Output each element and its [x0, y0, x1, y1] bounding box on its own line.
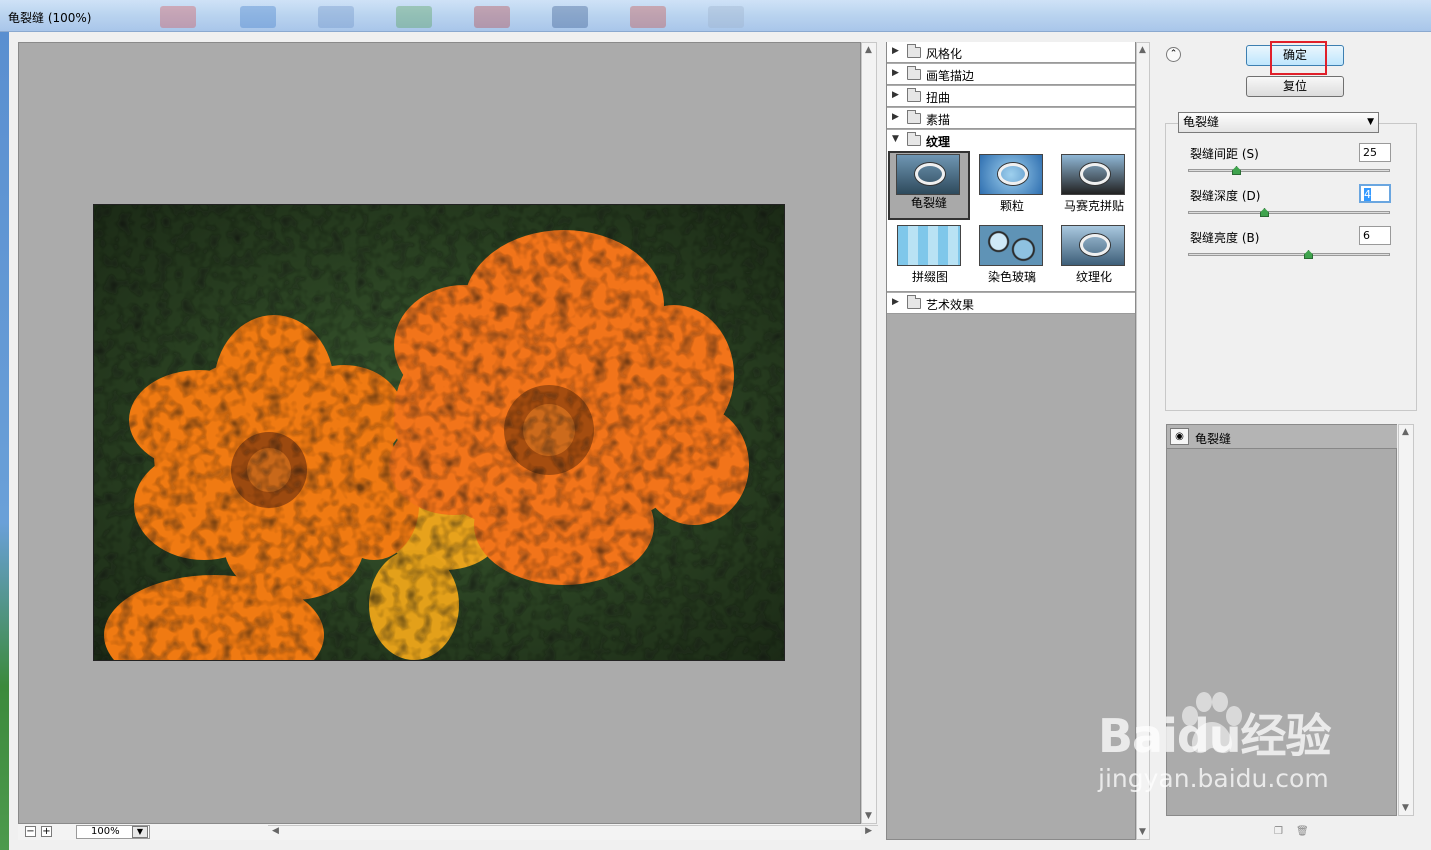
filter-thumb-patchwork[interactable]: 拼缀图 [889, 222, 963, 288]
preview-vertical-scrollbar[interactable]: ▲ ▼ [861, 42, 877, 824]
expand-triangle-icon[interactable]: ▶ [892, 46, 899, 56]
taskbar-ghost-icon [708, 6, 744, 28]
zoom-dropdown-icon[interactable]: ▼ [132, 826, 148, 838]
texture-thumbnails: 龟裂缝 颗粒 马赛克拼贴 拼缀图 染色玻璃 纹理化 [887, 149, 1135, 292]
filter-thumb-mosaic-tiles[interactable]: 马赛克拼贴 [1053, 151, 1127, 217]
crack-depth-label: 裂缝深度 (D) [1190, 189, 1261, 203]
flower-image [94, 205, 784, 660]
knot-icon [998, 163, 1028, 185]
taskbar-ghost-icon [552, 6, 588, 28]
scroll-up-icon[interactable]: ▲ [865, 45, 872, 55]
desktop-edge [0, 32, 9, 850]
category-stylize[interactable]: ▶ 风格化 [887, 42, 1135, 63]
collapse-triangle-icon[interactable]: ▼ [892, 134, 899, 144]
new-layer-icon[interactable]: ❐ [1274, 826, 1283, 837]
folder-icon [907, 295, 921, 309]
filter-thumb-stained-glass[interactable]: 染色玻璃 [971, 222, 1045, 288]
folder-icon [907, 110, 921, 124]
category-brush-strokes[interactable]: ▶ 画笔描边 [887, 64, 1135, 85]
scroll-up-icon[interactable]: ▲ [1139, 45, 1146, 55]
scroll-down-icon[interactable]: ▼ [1402, 803, 1409, 813]
zoom-bar: − + 100% ▼ ◀ ▶ [18, 824, 878, 840]
scroll-right-icon[interactable]: ▶ [865, 826, 872, 836]
title-bar: 龟裂缝 (100%) [0, 0, 1431, 32]
folder-icon [907, 44, 921, 58]
category-artistic[interactable]: ▶ 艺术效果 [887, 293, 1135, 314]
expand-triangle-icon[interactable]: ▶ [892, 68, 899, 78]
taskbar-ghost-icon [630, 6, 666, 28]
taskbar-ghost-icon [474, 6, 510, 28]
expand-triangle-icon[interactable]: ▶ [892, 90, 899, 100]
stained-glass-thumbnail [979, 225, 1043, 266]
texturizer-thumbnail [1061, 225, 1125, 266]
crack-brightness-label: 裂缝亮度 (B) [1190, 231, 1260, 245]
zoom-in-button[interactable]: + [41, 826, 52, 837]
crack-depth-slider[interactable] [1188, 208, 1390, 217]
layers-scrollbar[interactable]: ▲ ▼ [1398, 424, 1414, 816]
filter-thumb-texturizer[interactable]: 纹理化 [1053, 222, 1127, 288]
scroll-down-icon[interactable]: ▼ [1139, 827, 1146, 837]
highlight-box [1270, 41, 1327, 75]
crack-spacing-label: 裂缝间距 (S) [1190, 147, 1259, 161]
crack-spacing-input[interactable]: 25 [1359, 143, 1391, 162]
grain-thumbnail [979, 154, 1043, 195]
folder-icon [907, 88, 921, 102]
preview-image [93, 204, 785, 661]
zoom-out-button[interactable]: − [25, 826, 36, 837]
scroll-down-icon[interactable]: ▼ [865, 811, 872, 821]
preview-horizontal-scrollbar[interactable]: ◀ ▶ [268, 825, 878, 839]
filter-settings-panel [1165, 123, 1417, 411]
crack-brightness-input[interactable]: 6 [1359, 226, 1391, 245]
craquelure-thumbnail [896, 154, 960, 195]
scroll-up-icon[interactable]: ▲ [1402, 427, 1409, 437]
folder-icon [907, 66, 921, 80]
knot-icon [1080, 163, 1110, 185]
taskbar-ghost-icon [396, 6, 432, 28]
crack-brightness-slider[interactable] [1188, 250, 1390, 259]
window-title: 龟裂缝 (100%) [8, 11, 92, 25]
baidu-watermark: Baidu经验 jingyan.baidu.com [1098, 709, 1332, 793]
taskbar-ghost-icon [240, 6, 276, 28]
trash-icon[interactable]: 🗑 [1296, 826, 1309, 837]
category-sketch[interactable]: ▶ 素描 [887, 108, 1135, 129]
knot-icon [915, 163, 945, 185]
category-distort[interactable]: ▶ 扭曲 [887, 86, 1135, 107]
reset-button[interactable]: 复位 [1246, 76, 1344, 97]
expand-triangle-icon[interactable]: ▶ [892, 112, 899, 122]
taskbar-ghost-icon [318, 6, 354, 28]
knot-icon [1080, 234, 1110, 256]
eye-icon[interactable]: ◉ [1170, 428, 1189, 445]
filter-thumb-craquelure[interactable]: 龟裂缝 [888, 151, 970, 220]
chevron-down-icon: ▼ [1367, 117, 1374, 127]
filter-thumb-grain[interactable]: 颗粒 [971, 151, 1045, 217]
effect-layer-row[interactable]: ◉ 龟裂缝 [1167, 425, 1397, 449]
collapse-gallery-icon[interactable]: ⌃ [1166, 47, 1181, 62]
crack-spacing-slider[interactable] [1188, 166, 1390, 175]
patchwork-thumbnail [897, 225, 961, 266]
open-folder-icon [907, 132, 921, 146]
mosaic-tiles-thumbnail [1061, 154, 1125, 195]
scroll-left-icon[interactable]: ◀ [272, 826, 279, 836]
expand-triangle-icon[interactable]: ▶ [892, 297, 899, 307]
filter-select[interactable]: 龟裂缝 ▼ [1178, 112, 1379, 133]
category-texture[interactable]: ▼ 纹理 [887, 130, 1135, 151]
crack-depth-input[interactable]: 4 [1359, 184, 1391, 203]
taskbar-ghost-icon [160, 6, 196, 28]
